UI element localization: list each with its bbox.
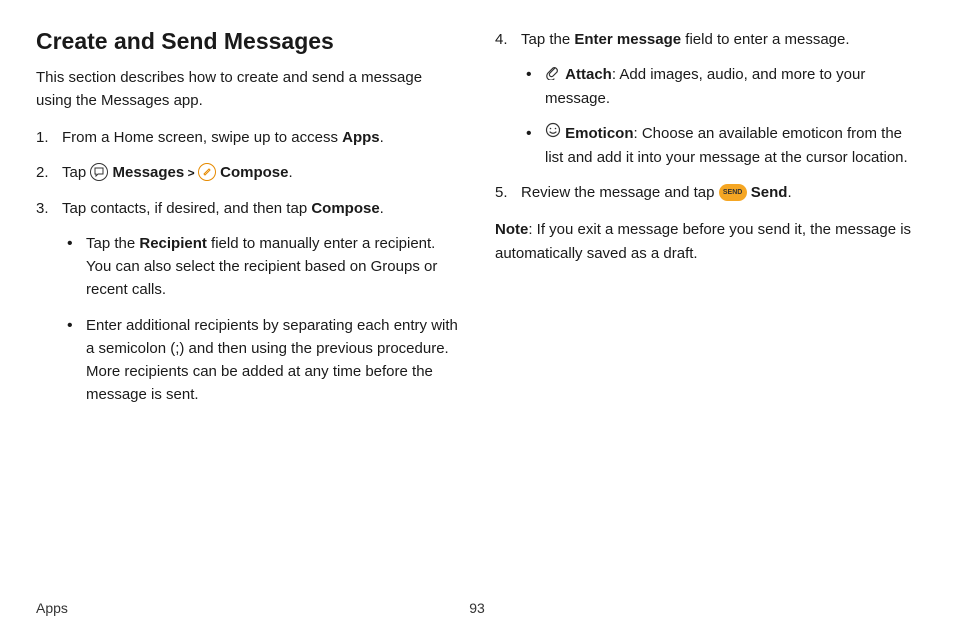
note-text: : If you exit a message before you send … (495, 221, 911, 261)
substep-list: Attach: Add images, audio, and more to y… (521, 63, 918, 169)
attach-icon (545, 64, 561, 87)
intro-paragraph: This section describes how to create and… (36, 67, 459, 112)
step-suffix: . (380, 129, 384, 146)
note-label: Note (495, 221, 528, 238)
send-icon: SEND (719, 184, 747, 201)
substep-recipient: Tap the Recipient field to manually ente… (62, 232, 459, 302)
right-column: 4. Tap the Enter message field to enter … (495, 28, 918, 419)
step-1: 1. From a Home screen, swipe up to acces… (36, 126, 459, 149)
footer-section: Apps (36, 600, 68, 616)
step-4: 4. Tap the Enter message field to enter … (495, 28, 918, 169)
step-3: 3. Tap contacts, if desired, and then ta… (36, 197, 459, 407)
emoticon-bold: Emoticon (565, 125, 633, 142)
step-prefix: Tap the (521, 31, 574, 48)
chevron-icon: > (184, 166, 198, 180)
section-heading: Create and Send Messages (36, 28, 459, 55)
page-number: 93 (469, 600, 485, 616)
step-suffix: . (380, 200, 384, 217)
step-suffix: . (787, 184, 791, 201)
step-number: 1. (36, 126, 49, 149)
step-prefix: Tap contacts, if desired, and then tap (62, 200, 311, 217)
compose-label: Compose (220, 164, 288, 181)
substep-attach: Attach: Add images, audio, and more to y… (521, 63, 918, 110)
substep-list: Tap the Recipient field to manually ente… (62, 232, 459, 407)
step-suffix: field to enter a message. (681, 31, 849, 48)
page-content: Create and Send Messages This section de… (36, 28, 918, 419)
compose-icon (198, 163, 216, 181)
apps-label: Apps (342, 129, 380, 146)
step-prefix: Review the message and tap (521, 184, 719, 201)
enter-message-bold: Enter message (574, 31, 681, 48)
messages-label: Messages (113, 164, 185, 181)
step-number: 2. (36, 161, 49, 184)
substep-text: Enter additional recipients by separatin… (86, 317, 458, 404)
recipient-bold: Recipient (139, 235, 207, 252)
step-2: 2. Tap Messages > Compose. (36, 161, 459, 184)
send-bold: Send (751, 184, 788, 201)
step-5: 5. Review the message and tap SEND Send. (495, 181, 918, 204)
page-footer: Apps 93 (36, 600, 918, 616)
left-column: Create and Send Messages This section de… (36, 28, 459, 419)
steps-list-continued: 4. Tap the Enter message field to enter … (495, 28, 918, 204)
step-text: From a Home screen, swipe up to access (62, 129, 342, 146)
step-prefix: Tap (62, 164, 90, 181)
emoticon-icon (545, 122, 561, 145)
step-number: 3. (36, 197, 49, 220)
steps-list: 1. From a Home screen, swipe up to acces… (36, 126, 459, 407)
step-number: 4. (495, 28, 508, 51)
substep-emoticon: Emoticon: Choose an available emoticon f… (521, 122, 918, 169)
compose-bold: Compose (311, 200, 379, 217)
attach-bold: Attach (565, 66, 612, 83)
messages-icon (90, 163, 108, 181)
step-suffix: . (288, 164, 292, 181)
substep-prefix: Tap the (86, 235, 139, 252)
note-paragraph: Note: If you exit a message before you s… (495, 218, 918, 265)
step-number: 5. (495, 181, 508, 204)
substep-additional: Enter additional recipients by separatin… (62, 314, 459, 407)
